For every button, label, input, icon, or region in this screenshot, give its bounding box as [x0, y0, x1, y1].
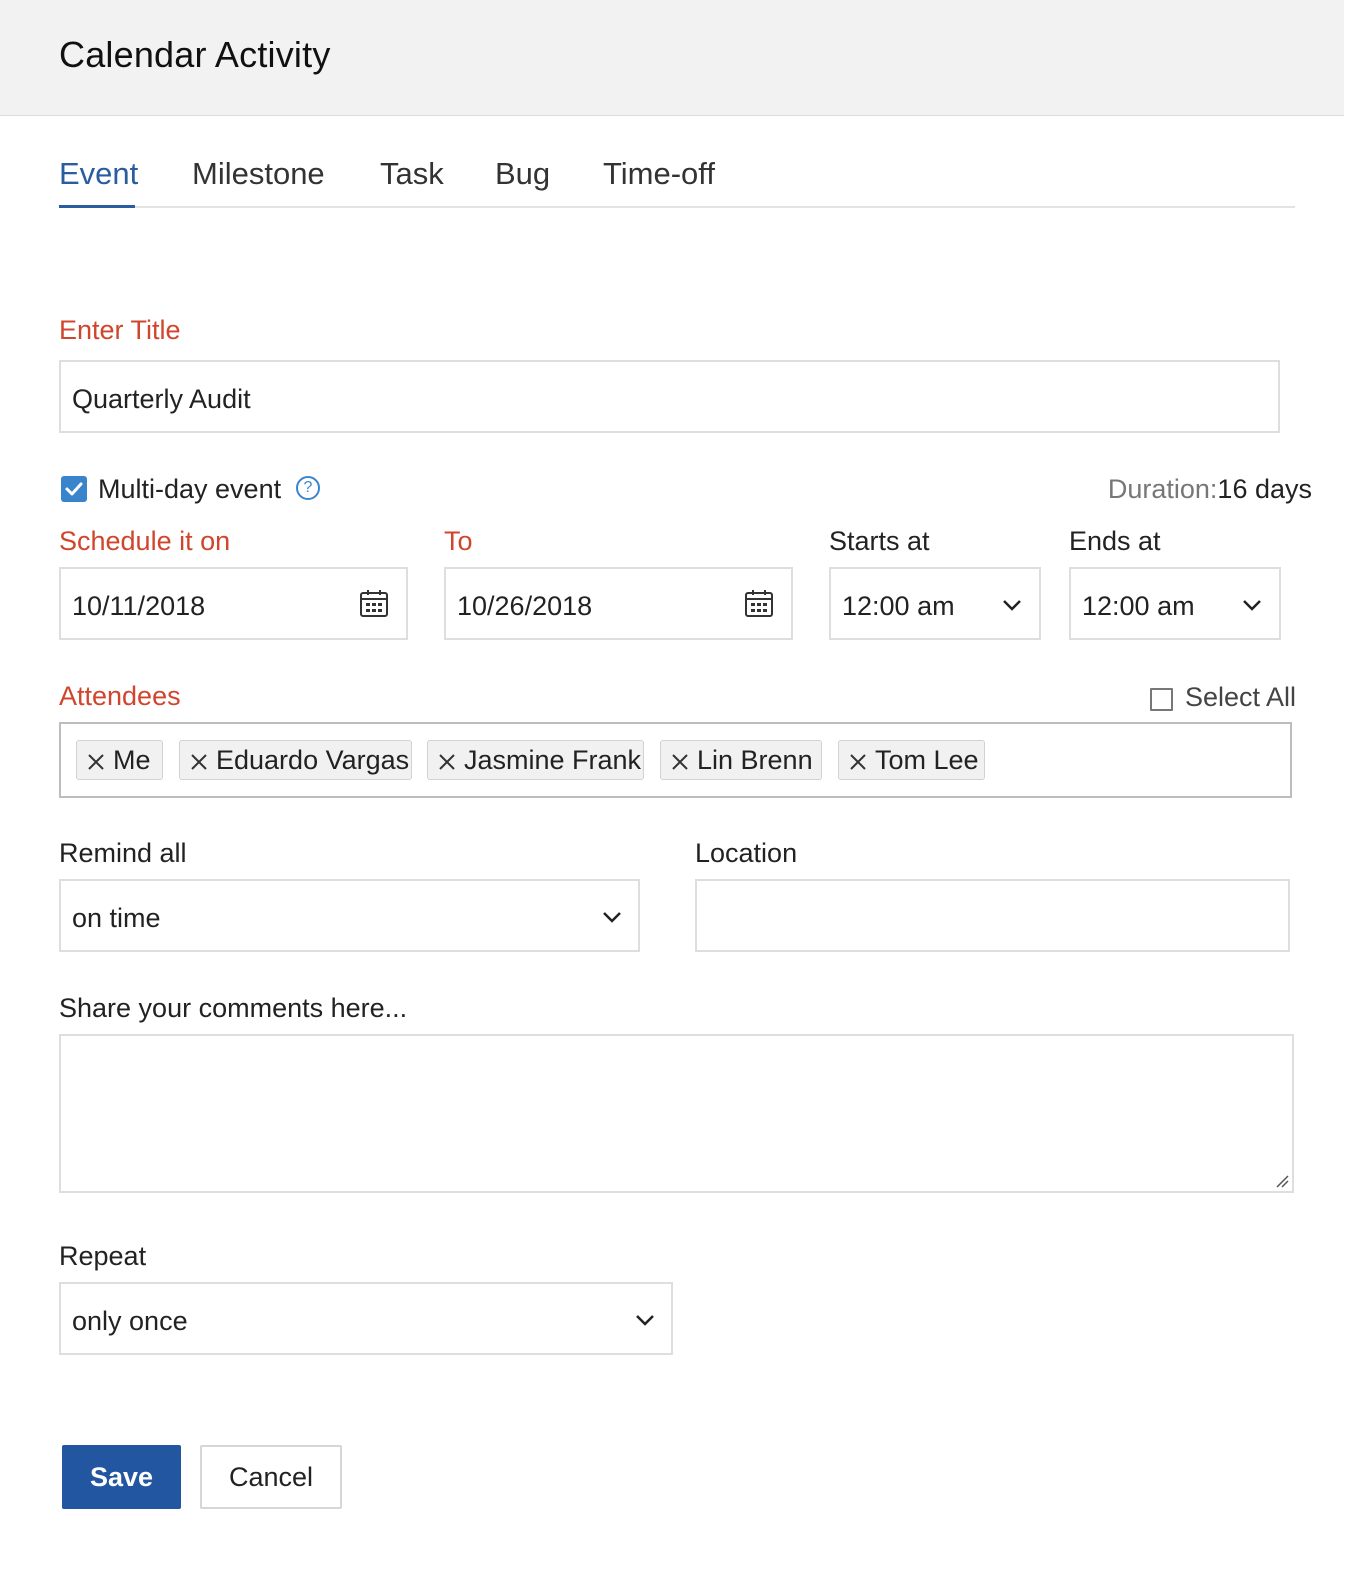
comments-textarea[interactable]	[59, 1034, 1294, 1193]
activity-tabs: Event Milestone Task Bug Time-off	[59, 150, 1295, 208]
tab-event[interactable]: Event	[59, 156, 138, 192]
tab-time-off[interactable]: Time-off	[603, 156, 715, 192]
calendar-icon[interactable]	[359, 588, 389, 618]
chevron-down-icon	[603, 912, 621, 923]
attendee-chip: Lin Brenn	[660, 740, 822, 780]
attendee-name: Tom Lee	[875, 745, 979, 775]
title-input[interactable]: Quarterly Audit	[59, 360, 1280, 433]
attendee-chip: Me	[76, 740, 163, 780]
attendee-chip: Jasmine Frank	[427, 740, 644, 780]
remind-value: on time	[72, 903, 161, 933]
schedule-to-label: To	[444, 526, 473, 556]
page-title: Calendar Activity	[59, 34, 331, 75]
attendee-name: Jasmine Frank	[464, 745, 642, 775]
attendee-chip: Eduardo Vargas	[179, 740, 412, 780]
multiday-checkbox[interactable]	[61, 476, 87, 502]
checkmark-icon	[65, 482, 83, 496]
calendar-icon[interactable]	[744, 588, 774, 618]
end-time-select[interactable]: 12:00 am	[1069, 567, 1281, 640]
duration-display: Duration:16 days	[1108, 474, 1312, 505]
attendee-chip: Tom Lee	[838, 740, 985, 780]
cancel-button[interactable]: Cancel	[200, 1445, 342, 1509]
location-input[interactable]	[695, 879, 1290, 952]
close-icon[interactable]	[438, 753, 456, 771]
repeat-select[interactable]: only once	[59, 1282, 673, 1355]
remind-label: Remind all	[59, 838, 187, 868]
comments-label: Share your comments here...	[59, 993, 408, 1023]
chevron-down-icon	[636, 1315, 654, 1326]
close-icon[interactable]	[671, 753, 689, 771]
end-date-value: 10/26/2018	[457, 591, 593, 621]
close-icon[interactable]	[87, 753, 105, 771]
location-label: Location	[695, 838, 798, 868]
starts-at-label: Starts at	[829, 526, 930, 556]
duration-value: 16 days	[1217, 474, 1312, 504]
active-tab-indicator	[59, 205, 135, 208]
ends-at-label: Ends at	[1069, 526, 1161, 556]
duration-label: Duration:	[1107, 474, 1218, 504]
start-time-select[interactable]: 12:00 am	[829, 567, 1041, 640]
page-header: Calendar Activity	[0, 0, 1344, 116]
start-date-field[interactable]: 10/11/2018	[59, 567, 408, 640]
remind-select[interactable]: on time	[59, 879, 640, 952]
start-date-value: 10/11/2018	[72, 591, 206, 621]
multiday-label: Multi-day event	[98, 474, 282, 504]
tab-task[interactable]: Task	[380, 156, 444, 192]
end-time-value: 12:00 am	[1082, 591, 1195, 621]
tab-milestone[interactable]: Milestone	[192, 156, 325, 192]
attendee-name: Lin Brenn	[697, 745, 813, 775]
close-icon[interactable]	[190, 753, 208, 771]
close-icon[interactable]	[849, 753, 867, 771]
select-all-checkbox[interactable]	[1150, 688, 1173, 711]
attendee-name: Me	[113, 745, 151, 775]
tab-bug[interactable]: Bug	[495, 156, 550, 192]
select-all-label: Select All	[1185, 682, 1297, 712]
resize-handle-icon[interactable]	[1275, 1174, 1289, 1188]
chevron-down-icon	[1243, 600, 1261, 611]
end-date-field[interactable]: 10/26/2018	[444, 567, 793, 640]
attendee-name: Eduardo Vargas	[216, 745, 410, 775]
repeat-value: only once	[72, 1306, 188, 1336]
repeat-label: Repeat	[59, 1241, 147, 1271]
question-circle-icon[interactable]: ?	[296, 476, 320, 500]
attendees-label: Attendees	[59, 681, 181, 711]
chevron-down-icon	[1003, 600, 1021, 611]
schedule-from-label: Schedule it on	[59, 526, 231, 556]
start-time-value: 12:00 am	[842, 591, 955, 621]
save-button[interactable]: Save	[62, 1445, 181, 1509]
title-input-value: Quarterly Audit	[72, 384, 251, 414]
title-label: Enter Title	[59, 315, 181, 345]
